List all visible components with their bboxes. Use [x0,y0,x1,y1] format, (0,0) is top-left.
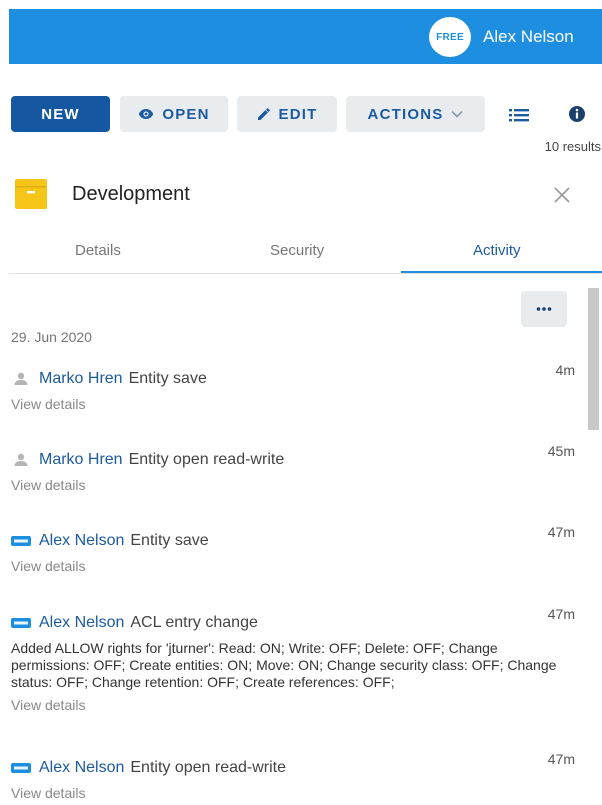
more-dots-icon [536,307,552,311]
activity-entry-header: Marko Hren Entity save 4m [11,362,581,390]
activity-user-link[interactable]: Alex Nelson [39,759,124,777]
actions-dropdown[interactable]: ACTIONS [346,96,485,132]
activity-details-text: Added ALLOW rights for 'jturner': Read: … [11,640,557,690]
activity-time: 47m [547,606,575,622]
scrollbar-thumb[interactable] [588,288,599,430]
tab-bar: Details Security Activity [9,232,602,274]
badge-text: FREE [436,31,464,43]
info-icon[interactable] [568,105,586,123]
activity-action: ACL entry change [130,614,258,631]
folder-icon [15,179,47,209]
activity-action: Entity open read-write [128,451,285,468]
new-button-label: NEW [41,105,80,123]
activity-entry-header: Marko Hren Entity open read-write 45m [11,443,581,471]
actions-button-label: ACTIONS [367,105,444,123]
tab-security[interactable]: Security [270,242,324,259]
activity-entry-header: Alex Nelson Entity save 47m [11,524,581,552]
free-badge-icon [11,536,31,546]
activity-time: 47m [547,524,575,540]
edit-button[interactable]: EDIT [237,96,337,132]
new-button[interactable]: NEW [11,96,110,132]
free-badge-icon: FREE [429,17,471,57]
activity-time: 45m [547,443,575,459]
person-icon [14,453,28,466]
active-tab-indicator [401,271,602,273]
open-button-label: OPEN [162,105,210,123]
user-name[interactable]: Alex Nelson [483,27,574,47]
activity-entry-header: Alex Nelson Entity open read-write 47m [11,751,581,779]
activity-action: Entity open read-write [130,759,287,776]
tab-activity[interactable]: Activity [473,242,521,259]
view-details-link[interactable]: View details [11,558,581,574]
chevron-down-icon [451,110,464,118]
activity-action: Entity save [130,532,209,549]
activity-date: 29. Jun 2020 [11,329,92,345]
activity-user-link[interactable]: Alex Nelson [39,614,124,632]
activity-entry: Marko Hren Entity open read-write 45m Vi… [11,443,581,493]
activity-entry: Marko Hren Entity save 4m View details [11,362,581,412]
app-header: FREE Alex Nelson [9,9,602,64]
view-details-link[interactable]: View details [11,477,581,493]
view-details-link[interactable]: View details [11,785,581,801]
view-details-link[interactable]: View details [11,697,581,713]
activity-time: 4m [555,362,575,378]
activity-entry: Alex Nelson ACL entry change 47m Added A… [11,606,581,713]
activity-entry: Alex Nelson Entity open read-write 47m V… [11,751,581,801]
activity-entry: Alex Nelson Entity save 47m View details [11,524,581,574]
edit-button-label: EDIT [278,105,318,123]
pencil-icon [257,108,270,120]
activity-user-link[interactable]: Marko Hren [39,451,123,469]
free-badge-icon [11,763,31,773]
person-icon [14,372,28,385]
activity-user-link[interactable]: Alex Nelson [39,532,124,550]
results-count: 10 results [544,139,601,154]
eye-icon [139,109,154,119]
close-icon[interactable] [553,186,571,204]
activity-action: Entity save [128,370,207,387]
free-badge-icon [11,618,31,628]
activity-time: 47m [547,751,575,767]
tab-details[interactable]: Details [75,242,121,259]
open-button[interactable]: OPEN [120,96,228,132]
list-view-icon[interactable] [509,106,529,124]
view-details-link[interactable]: View details [11,396,581,412]
more-options-button[interactable] [521,291,567,327]
entity-title: Development [72,183,190,205]
activity-user-link[interactable]: Marko Hren [39,370,123,388]
activity-entry-header: Alex Nelson ACL entry change 47m [11,606,581,634]
